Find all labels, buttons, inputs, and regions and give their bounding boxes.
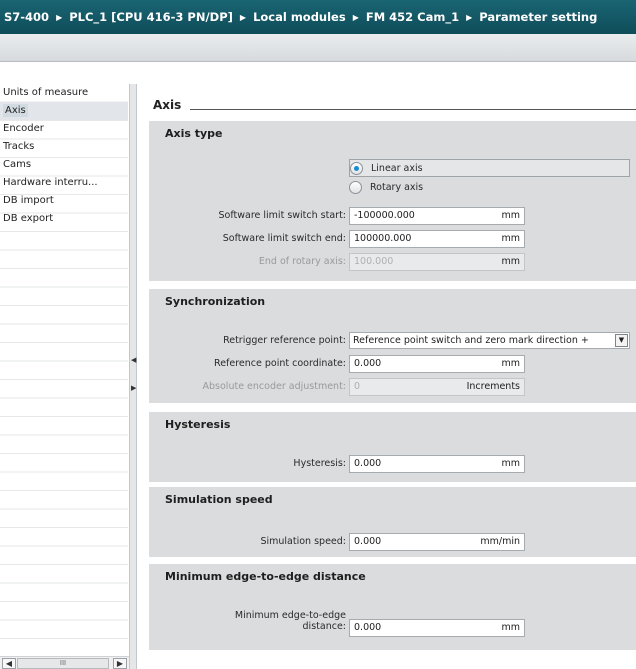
section-title: Simulation speed [165, 493, 273, 506]
section-title: Minimum edge-to-edge distance [165, 570, 366, 583]
page-title: Axis [153, 98, 182, 112]
field-unit: mm [501, 210, 520, 221]
section-min-edge-distance: Minimum edge-to-edge distance Minimum ed… [149, 564, 636, 650]
radio-rotary-axis[interactable]: Rotary axis [349, 179, 499, 197]
field-value: 0 [354, 381, 361, 392]
nav-item-db-export[interactable]: DB export [0, 210, 128, 228]
parameter-window: S7-400 ▶ PLC_1 [CPU 416-3 PN/DP] ▶ Local mod… [0, 0, 636, 669]
sw-end-label: Software limit switch end: [222, 233, 346, 244]
radio-linear-axis[interactable]: Linear axis [349, 159, 630, 177]
section-title: Axis type [165, 127, 223, 140]
scroll-right-icon[interactable]: ▶ [113, 658, 127, 669]
field-unit: mm [501, 256, 520, 267]
hysteresis-field[interactable]: 0.000 mm [349, 455, 525, 473]
parameter-navigation: Units of measure Axis Encoder Tracks Cam… [0, 84, 128, 656]
breadcrumb-arrow-icon: ▶ [239, 13, 247, 22]
section-simulation-speed: Simulation speed Simulation speed: 0.000… [149, 487, 636, 557]
nav-horizontal-scrollbar[interactable]: ◀ III ▶ [0, 656, 130, 669]
field-unit: mm [501, 622, 520, 633]
collapse-left-icon[interactable]: ◀ [131, 356, 136, 364]
field-unit: mm/min [480, 536, 520, 547]
min-edge-label: Minimum edge-to-edge distance: [235, 610, 346, 632]
ref-coordinate-field[interactable]: 0.000 mm [349, 355, 525, 373]
simulation-speed-label: Simulation speed: [260, 536, 346, 547]
field-unit: mm [501, 358, 520, 369]
hysteresis-label: Hysteresis: [293, 458, 346, 469]
radio-unselected-icon[interactable] [349, 181, 362, 194]
section-hysteresis: Hysteresis Hysteresis: 0.000 mm [149, 412, 636, 482]
nav-item-encoder[interactable]: Encoder [0, 120, 128, 138]
sw-end-field[interactable]: 100000.000 mm [349, 230, 525, 248]
section-synchronization: Synchronization Retrigger reference poin… [149, 289, 636, 403]
simulation-speed-field[interactable]: 0.000 mm/min [349, 533, 525, 551]
parameter-content: Axis Axis type Linear axis Rotary axis S… [140, 84, 636, 669]
nav-item-label: DB export [3, 213, 54, 224]
section-axis-type: Axis type Linear axis Rotary axis Softwa… [149, 121, 636, 281]
field-unit: mm [501, 458, 520, 469]
end-rotary-field: 100.000 mm [349, 253, 525, 271]
breadcrumb-arrow-icon: ▶ [56, 13, 63, 22]
min-edge-label-line2: distance: [302, 621, 346, 632]
panel-splitter[interactable]: ◀ ▶ [129, 84, 137, 669]
nav-item-tracks[interactable]: Tracks [0, 138, 128, 156]
ref-coordinate-label: Reference point coordinate: [214, 358, 346, 369]
end-rotary-label: End of rotary axis: [258, 256, 346, 267]
field-unit: Increments [466, 381, 520, 392]
nav-item-units-of-measure[interactable]: Units of measure [0, 84, 128, 102]
breadcrumb-item-module[interactable]: FM 452 Cam_1 [366, 10, 459, 24]
breadcrumb: S7-400 ▶ PLC_1 [CPU 416-3 PN/DP] ▶ Local mod… [0, 0, 636, 34]
abs-adjustment-field: 0 Increments [349, 378, 525, 396]
field-value: -100000.000 [354, 210, 415, 221]
radio-label: Rotary axis [370, 182, 424, 193]
radio-selected-icon[interactable] [350, 162, 363, 175]
breadcrumb-arrow-icon: ▶ [466, 13, 473, 22]
nav-item-hardware-interrupts[interactable]: Hardware interru... [0, 174, 128, 192]
breadcrumb-item-local-modules[interactable]: Local modules [253, 10, 346, 24]
radio-label: Linear axis [371, 163, 423, 174]
title-divider [190, 109, 636, 110]
field-unit: mm [501, 233, 520, 244]
scroll-thumb[interactable]: III [17, 658, 109, 669]
sw-start-label: Software limit switch start: [218, 210, 347, 221]
expand-right-icon[interactable]: ▶ [131, 384, 136, 392]
field-value: 100.000 [354, 256, 394, 267]
chevron-down-icon[interactable]: ▼ [615, 334, 628, 347]
nav-item-cams[interactable]: Cams [0, 156, 128, 174]
breadcrumb-item-parameter-setting[interactable]: Parameter setting [479, 10, 597, 24]
section-title: Synchronization [165, 295, 266, 308]
retrigger-label: Retrigger reference point: [223, 335, 346, 346]
nav-item-label: Cams [3, 159, 32, 170]
nav-item-label: Encoder [3, 123, 44, 134]
sw-start-field[interactable]: -100000.000 mm [349, 207, 525, 225]
breadcrumb-item-station[interactable]: S7-400 [4, 10, 49, 24]
field-value: 0.000 [354, 458, 382, 469]
scroll-left-icon[interactable]: ◀ [2, 658, 16, 669]
breadcrumb-item-plc[interactable]: PLC_1 [CPU 416-3 PN/DP] [69, 10, 233, 24]
toolbar [0, 34, 636, 62]
nav-item-label: Tracks [3, 141, 35, 152]
section-title: Hysteresis [165, 418, 231, 431]
min-edge-label-line1: Minimum edge-to-edge [234, 610, 346, 621]
breadcrumb-arrow-icon: ▶ [352, 13, 359, 22]
dropdown-value: Reference point switch and zero mark dir… [353, 335, 589, 346]
field-value: 0.000 [354, 358, 382, 369]
nav-item-label: Hardware interru... [3, 177, 98, 188]
nav-item-label: Axis [3, 104, 28, 117]
nav-item-axis[interactable]: Axis [0, 102, 128, 120]
retrigger-dropdown[interactable]: Reference point switch and zero mark dir… [349, 332, 630, 349]
abs-adjustment-label: Absolute encoder adjustment: [202, 381, 346, 392]
field-value: 0.000 [354, 622, 382, 633]
min-edge-field[interactable]: 0.000 mm [349, 619, 525, 637]
field-value: 100000.000 [354, 233, 412, 244]
nav-item-label: DB import [3, 195, 54, 206]
nav-item-label: Units of measure [3, 87, 89, 98]
field-value: 0.000 [354, 536, 382, 547]
nav-item-db-import[interactable]: DB import [0, 192, 128, 210]
